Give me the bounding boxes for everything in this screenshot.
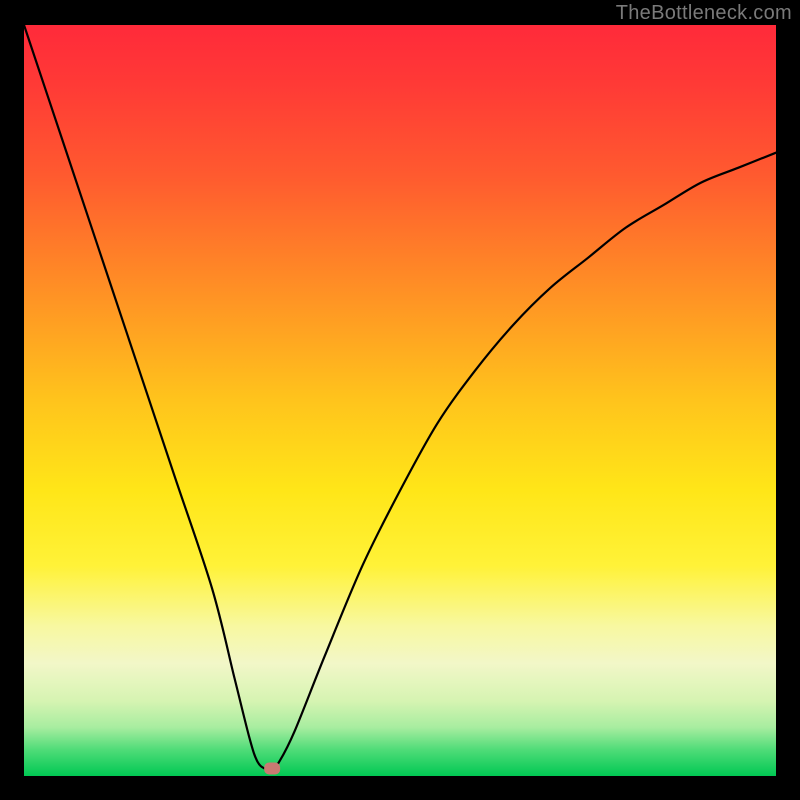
optimum-marker [264, 762, 280, 774]
bottleneck-chart [0, 0, 800, 800]
plot-background [24, 25, 776, 776]
watermark-text: TheBottleneck.com [616, 2, 792, 25]
chart-container: TheBottleneck.com [0, 0, 800, 800]
